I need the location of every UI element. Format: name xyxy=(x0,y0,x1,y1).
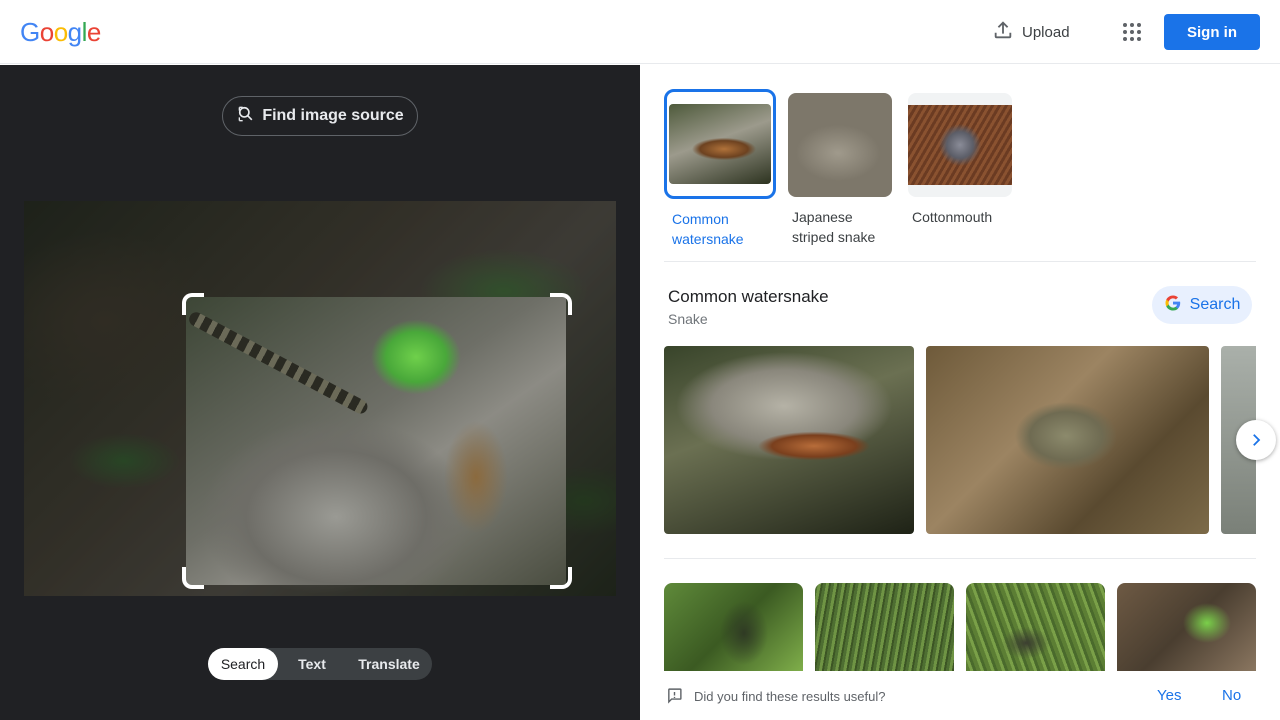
google-search-label: Search xyxy=(1189,296,1241,313)
result-image[interactable] xyxy=(664,346,914,534)
candidate-label: Japanese striped snake xyxy=(792,209,876,245)
feedback-no-button[interactable]: No xyxy=(1222,687,1241,704)
crop-handle-top-left[interactable] xyxy=(182,293,204,315)
crop-handle-top-right[interactable] xyxy=(550,293,572,315)
google-search-button[interactable]: Search xyxy=(1152,286,1252,324)
feedback-yes-button[interactable]: Yes xyxy=(1157,687,1181,704)
google-logo[interactable]: Google xyxy=(20,17,101,48)
feedback-question: Did you find these results useful? xyxy=(694,689,886,704)
lens-image-panel: Find image source Search Text Translate xyxy=(0,65,640,720)
divider xyxy=(664,558,1256,559)
image-search-icon xyxy=(236,104,256,129)
candidate-thumbnail xyxy=(788,93,892,197)
uploaded-image xyxy=(24,201,616,596)
candidate-thumbnail xyxy=(664,89,776,199)
sign-in-button[interactable]: Sign in xyxy=(1164,14,1260,50)
lens-mode-switch: Search Text Translate xyxy=(208,648,432,680)
apps-grid-icon[interactable] xyxy=(1120,20,1144,44)
find-image-source-label: Find image source xyxy=(262,107,404,124)
chevron-right-icon[interactable] xyxy=(1236,420,1276,460)
knowledge-title: Common watersnake xyxy=(668,287,829,306)
candidate-common-watersnake[interactable]: Common watersnake xyxy=(664,89,776,249)
upload-button[interactable]: Upload xyxy=(992,20,1070,44)
feedback-bar: Did you find these results useful? Yes N… xyxy=(640,671,1280,720)
mode-translate[interactable]: Translate xyxy=(346,648,432,680)
results-panel: Common watersnake Japanese striped snake… xyxy=(640,65,1280,720)
find-image-source-button[interactable]: Find image source xyxy=(222,96,418,136)
grid-result-image[interactable] xyxy=(1117,583,1256,671)
candidate-cottonmouth[interactable]: Cottonmouth xyxy=(908,93,1012,227)
upload-label: Upload xyxy=(1022,23,1070,41)
upload-icon xyxy=(992,19,1014,45)
result-image[interactable] xyxy=(926,346,1209,534)
knowledge-subtitle: Snake xyxy=(668,311,708,327)
selected-crop-region[interactable] xyxy=(186,297,566,585)
grid-result-image[interactable] xyxy=(966,583,1105,671)
top-bar: Google Upload Sign in xyxy=(0,0,1280,64)
candidate-label: Cottonmouth xyxy=(912,209,993,225)
crop-handle-bottom-left[interactable] xyxy=(182,567,204,589)
crop-handle-bottom-right[interactable] xyxy=(550,567,572,589)
mode-text[interactable]: Text xyxy=(278,648,346,680)
google-g-icon xyxy=(1164,294,1182,317)
grid-result-image[interactable] xyxy=(815,583,954,671)
feedback-icon xyxy=(666,687,683,709)
mode-search[interactable]: Search xyxy=(208,648,278,680)
grid-result-image[interactable] xyxy=(664,583,803,671)
candidate-label: Common watersnake xyxy=(672,211,744,247)
candidate-japanese-striped-snake[interactable]: Japanese striped snake xyxy=(788,93,892,247)
divider xyxy=(664,261,1256,262)
candidate-thumbnail xyxy=(908,93,1012,197)
